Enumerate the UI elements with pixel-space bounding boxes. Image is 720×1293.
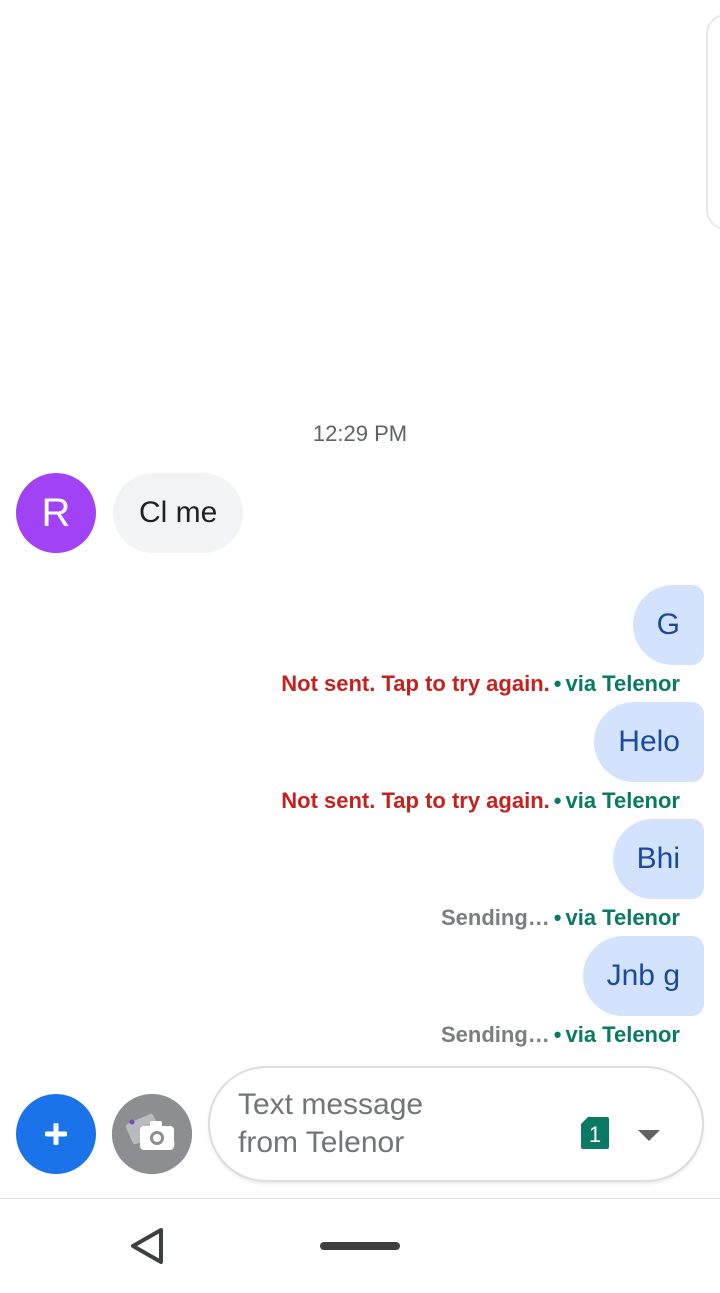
outgoing-message-bubble[interactable]: Helo xyxy=(594,702,704,782)
arrow-drop-down-icon[interactable] xyxy=(634,1122,664,1146)
sim-number: 1 xyxy=(589,1122,601,1147)
sim-card-icon[interactable]: 1 xyxy=(580,1116,610,1150)
status-sending: Sending… xyxy=(440,1022,550,1047)
incoming-message-text: Cl me xyxy=(139,496,218,529)
contact-avatar[interactable]: R xyxy=(16,473,96,553)
status-not-sent[interactable]: Not sent. Tap to try again. xyxy=(281,671,550,696)
status-separator: • xyxy=(553,905,562,930)
message-status-line: Sending… • via Telenor xyxy=(441,905,680,931)
home-pill[interactable] xyxy=(320,1242,400,1250)
conversation-timestamp: 12:29 PM xyxy=(312,421,408,446)
carrier-label: via Telenor xyxy=(565,788,680,813)
outgoing-message-text: Helo xyxy=(618,725,680,758)
carrier-label: via Telenor xyxy=(565,1022,680,1047)
gallery-camera-button[interactable] xyxy=(112,1094,192,1174)
side-sheet-edge xyxy=(706,14,720,230)
message-status-line: Sending… • via Telenor xyxy=(441,1022,680,1048)
navbar-divider xyxy=(0,1198,720,1199)
carrier-label: via Telenor xyxy=(565,905,680,930)
contact-initial: R xyxy=(41,490,71,535)
text-message-input[interactable] xyxy=(238,1086,568,1166)
message-status-line[interactable]: Not sent. Tap to try again. • via Telenor xyxy=(281,788,680,814)
outgoing-message-text: G xyxy=(656,608,680,641)
compose-field-container[interactable]: 1 xyxy=(208,1066,704,1182)
outgoing-message-text: Bhi xyxy=(636,842,680,875)
status-separator: • xyxy=(553,671,562,696)
status-not-sent[interactable]: Not sent. Tap to try again. xyxy=(281,788,550,813)
carrier-label: via Telenor xyxy=(565,671,680,696)
outgoing-message-text: Jnb g xyxy=(606,959,680,992)
incoming-message-bubble[interactable]: Cl me xyxy=(113,473,244,553)
add-attachment-button[interactable] xyxy=(16,1094,96,1174)
outgoing-message-bubble[interactable]: G xyxy=(632,585,704,665)
message-status-line[interactable]: Not sent. Tap to try again. • via Telenor xyxy=(281,671,680,697)
camera-icon xyxy=(112,1094,192,1174)
outgoing-message-bubble[interactable]: Bhi xyxy=(612,819,704,899)
back-triangle-icon[interactable] xyxy=(128,1226,166,1266)
outgoing-message-bubble[interactable]: Jnb g xyxy=(582,936,704,1016)
plus-icon xyxy=(45,1123,67,1145)
status-separator: • xyxy=(553,1022,562,1047)
status-separator: • xyxy=(553,788,562,813)
status-sending: Sending… xyxy=(440,905,550,930)
